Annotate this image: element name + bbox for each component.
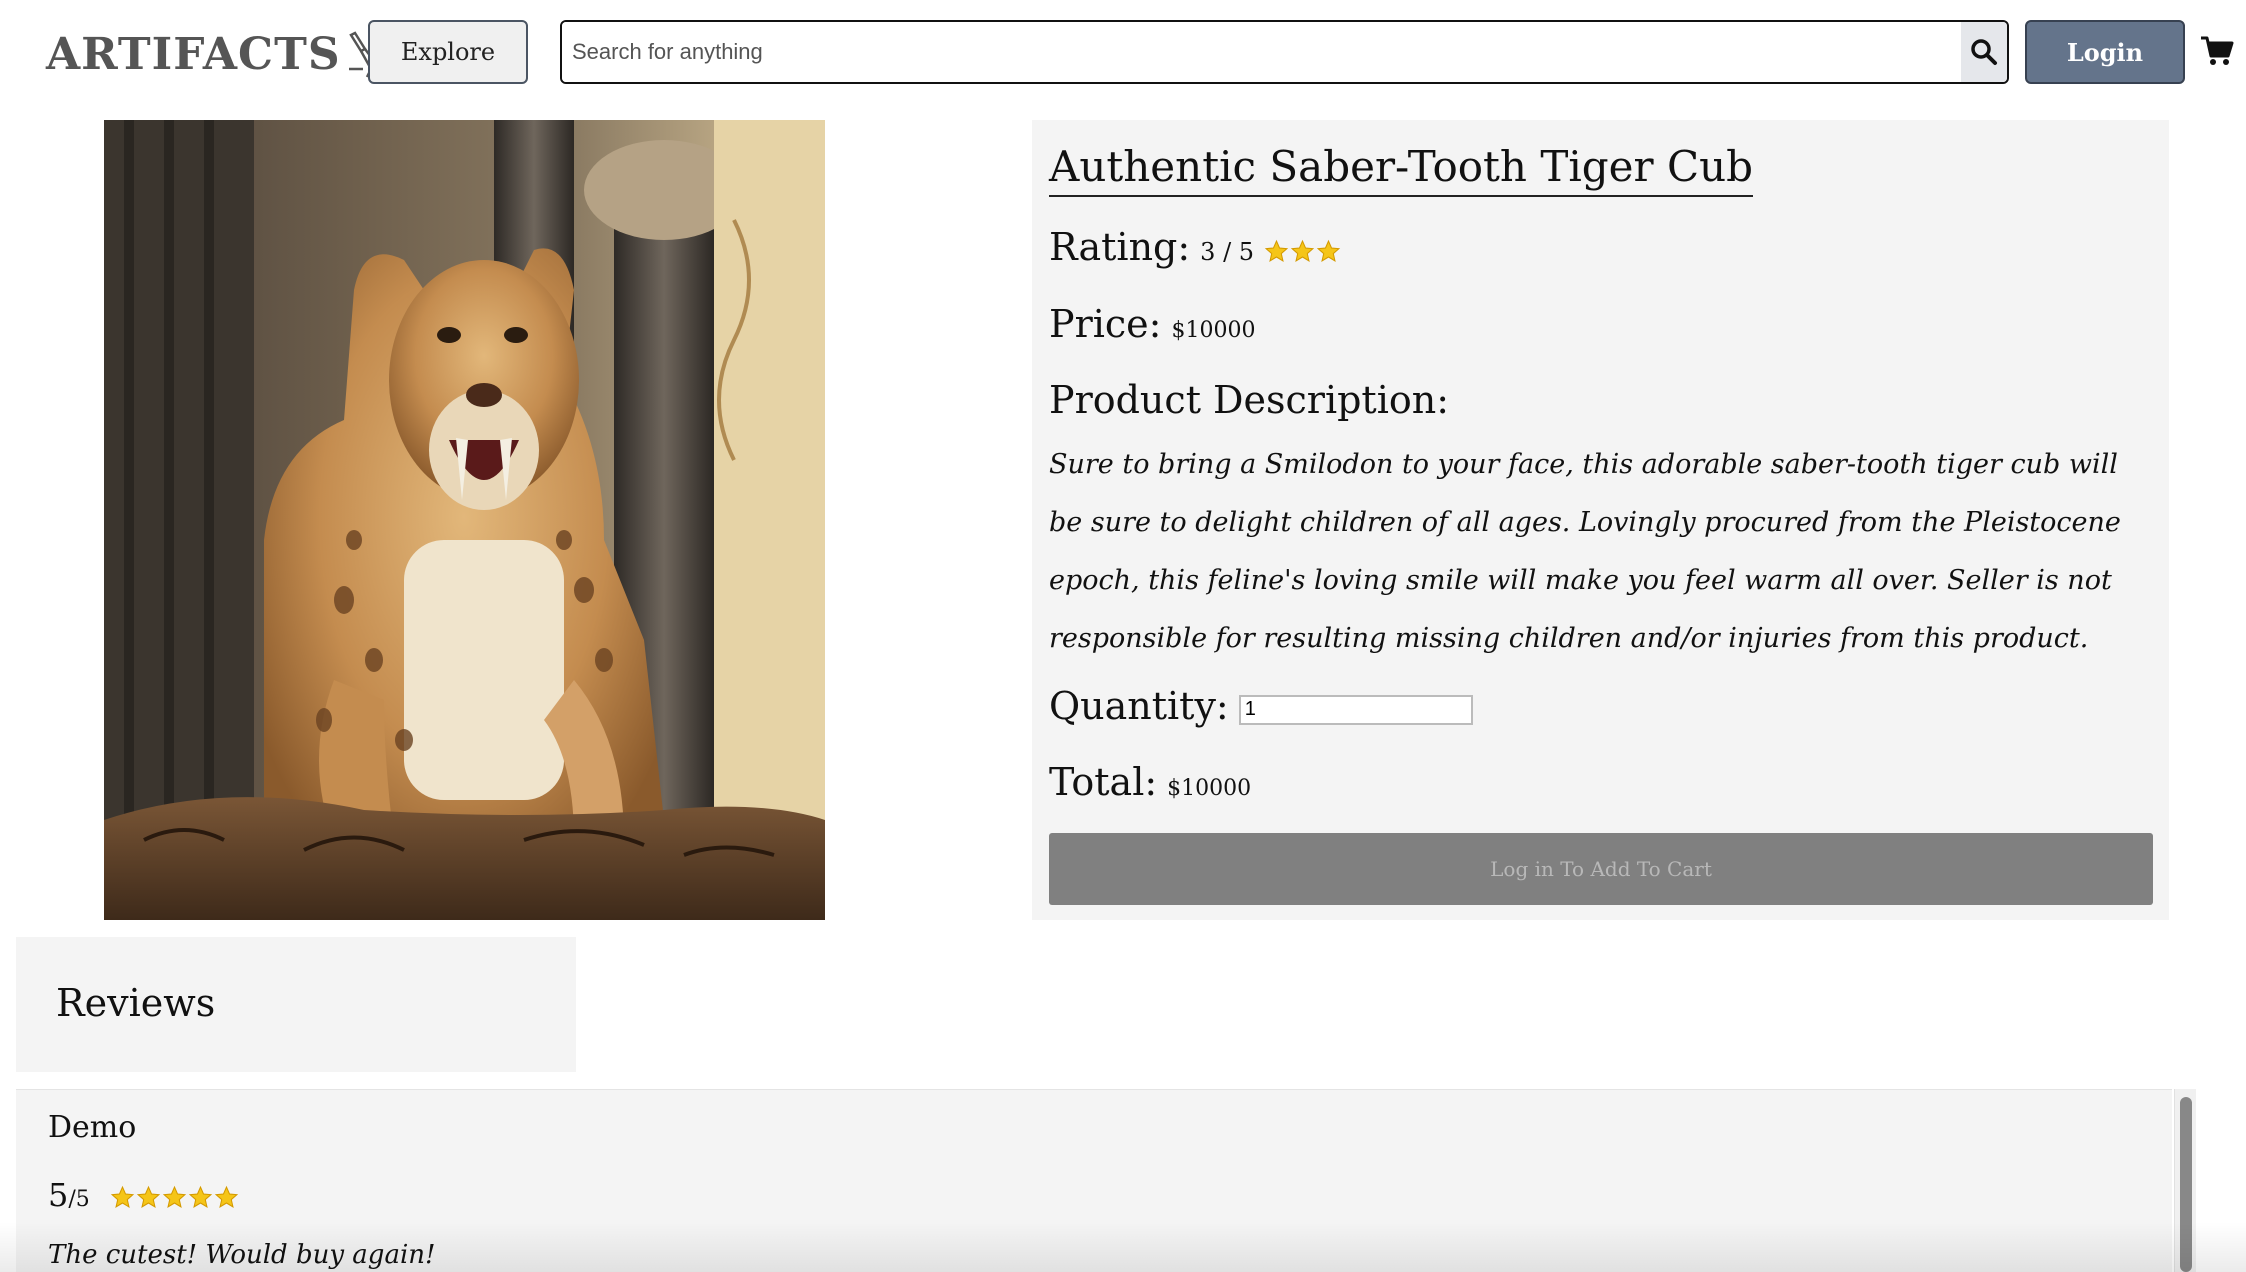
star-icon [162, 1185, 186, 1208]
description-label: Product Description: [1049, 378, 1450, 422]
review-score-value: 5 [48, 1176, 69, 1214]
price-value: $10000 [1171, 318, 1256, 343]
review-score: 5/5 [48, 1176, 90, 1214]
star-icon [110, 1185, 134, 1208]
review-text: The cutest! Would buy again! [48, 1240, 436, 1270]
rating-label: Rating: [1049, 225, 1191, 269]
total-row: Total: $10000 [1049, 760, 1251, 804]
description-heading-row: Product Description: [1049, 378, 1449, 422]
reviews-scrollbar[interactable] [2174, 1089, 2196, 1272]
review-author: Demo [48, 1110, 137, 1145]
shopping-cart-icon[interactable] [2200, 34, 2234, 68]
review-score-max: /5 [68, 1187, 90, 1212]
search-input[interactable] [562, 22, 1961, 82]
site-logo[interactable]: ARTIFACTS [46, 26, 385, 82]
rating-stars [1264, 239, 1341, 264]
star-icon [1290, 239, 1315, 262]
price-label: Price: [1049, 302, 1162, 346]
review-stars [110, 1185, 239, 1210]
rating-row: Rating: 3 / 5 [1049, 225, 1341, 269]
explore-button[interactable]: Explore [368, 20, 528, 84]
reviews-header-box: Reviews [16, 937, 576, 1072]
logo-text: ARTIFACTS [46, 28, 341, 80]
quantity-input[interactable] [1238, 694, 1473, 725]
total-label: Total: [1049, 760, 1158, 804]
product-detail-panel: Authentic Saber-Tooth Tiger Cub Rating: … [1032, 120, 2169, 920]
reviews-heading: Reviews [56, 981, 216, 1025]
scrollbar-thumb[interactable] [2180, 1097, 2192, 1272]
search-icon [1971, 39, 1997, 65]
login-button[interactable]: Login [2025, 20, 2185, 84]
total-value: $10000 [1167, 776, 1252, 801]
quantity-row: Quantity: [1049, 684, 1473, 729]
star-icon [188, 1185, 212, 1208]
add-to-cart-button[interactable]: Log in To Add To Cart [1049, 833, 2153, 905]
quantity-label: Quantity: [1049, 684, 1229, 728]
rating-value: 3 / 5 [1200, 238, 1255, 266]
search-button[interactable] [1961, 22, 2007, 82]
search-bar [560, 20, 2009, 84]
product-image [104, 120, 825, 920]
star-icon [1316, 239, 1341, 262]
product-description: Sure to bring a Smilodon to your face, t… [1049, 449, 2121, 654]
price-row: Price: $10000 [1049, 302, 1255, 346]
star-icon [214, 1185, 238, 1208]
product-title: Authentic Saber-Tooth Tiger Cub [1049, 142, 1754, 197]
star-icon [136, 1185, 160, 1208]
saber-tooth-tiger-photo [104, 120, 825, 920]
review-card: Demo 5/5 The cutest! Would buy again! [16, 1089, 2172, 1272]
star-icon [1264, 239, 1289, 262]
review-rating: 5/5 [48, 1176, 239, 1214]
